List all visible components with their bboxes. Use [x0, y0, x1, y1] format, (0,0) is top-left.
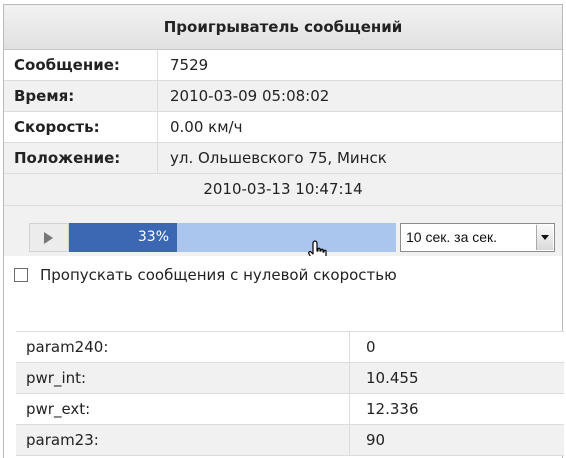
skip-zero-speed-row: Пропускать сообщения с нулевой скоростью — [4, 256, 562, 294]
position-value: ул. Ольшевского 75, Минск — [170, 149, 387, 167]
time-label: Время: — [4, 81, 158, 111]
info-row-time: Время: 2010-03-09 05:08:02 — [4, 81, 562, 112]
player-controls: 33% 10 сек. за сек. — [4, 206, 562, 265]
progress-bar[interactable]: 33% — [69, 223, 396, 252]
play-icon — [44, 232, 53, 244]
info-row-speed: Скорость: 0.00 км/ч — [4, 112, 562, 143]
param-name: param23: — [16, 425, 350, 455]
info-row-position: Положение: ул. Ольшевского 75, Минск — [4, 143, 562, 174]
message-label: Сообщение: — [4, 50, 158, 80]
play-button[interactable] — [29, 223, 69, 252]
param-value: 90 — [366, 431, 386, 449]
params-table: param240: 0 pwr_int: 10.455 pwr_ext: 12.… — [16, 331, 564, 456]
param-name: param240: — [16, 332, 350, 362]
message-player-panel: Проигрыватель сообщений Сообщение: 7529 … — [3, 4, 564, 458]
table-row: param240: 0 — [16, 332, 564, 363]
skip-zero-speed-label: Пропускать сообщения с нулевой скоростью — [40, 266, 397, 284]
message-value: 7529 — [170, 56, 209, 74]
speed-value: 0.00 км/ч — [170, 118, 243, 136]
table-row: pwr_ext: 12.336 — [16, 394, 564, 425]
param-value: 10.455 — [366, 369, 419, 387]
current-time: 2010-03-13 10:47:14 — [4, 174, 562, 206]
skip-zero-speed-checkbox[interactable] — [14, 268, 28, 282]
playback-speed-value: 10 сек. за сек. — [406, 229, 498, 245]
table-row: param23: 90 — [16, 425, 564, 456]
speed-label: Скорость: — [4, 112, 158, 142]
panel-title: Проигрыватель сообщений — [4, 5, 562, 50]
progress-percent: 33% — [137, 229, 169, 245]
chevron-down-icon[interactable] — [536, 225, 553, 250]
position-label: Положение: — [4, 143, 158, 173]
param-name: pwr_int: — [16, 363, 350, 393]
playback-speed-select[interactable]: 10 сек. за сек. — [400, 223, 555, 252]
param-value: 12.336 — [366, 400, 419, 418]
param-name: pwr_ext: — [16, 394, 350, 424]
table-row: pwr_int: 10.455 — [16, 363, 564, 394]
time-value: 2010-03-09 05:08:02 — [170, 87, 330, 105]
param-value: 0 — [366, 338, 376, 356]
info-row-message: Сообщение: 7529 — [4, 50, 562, 81]
